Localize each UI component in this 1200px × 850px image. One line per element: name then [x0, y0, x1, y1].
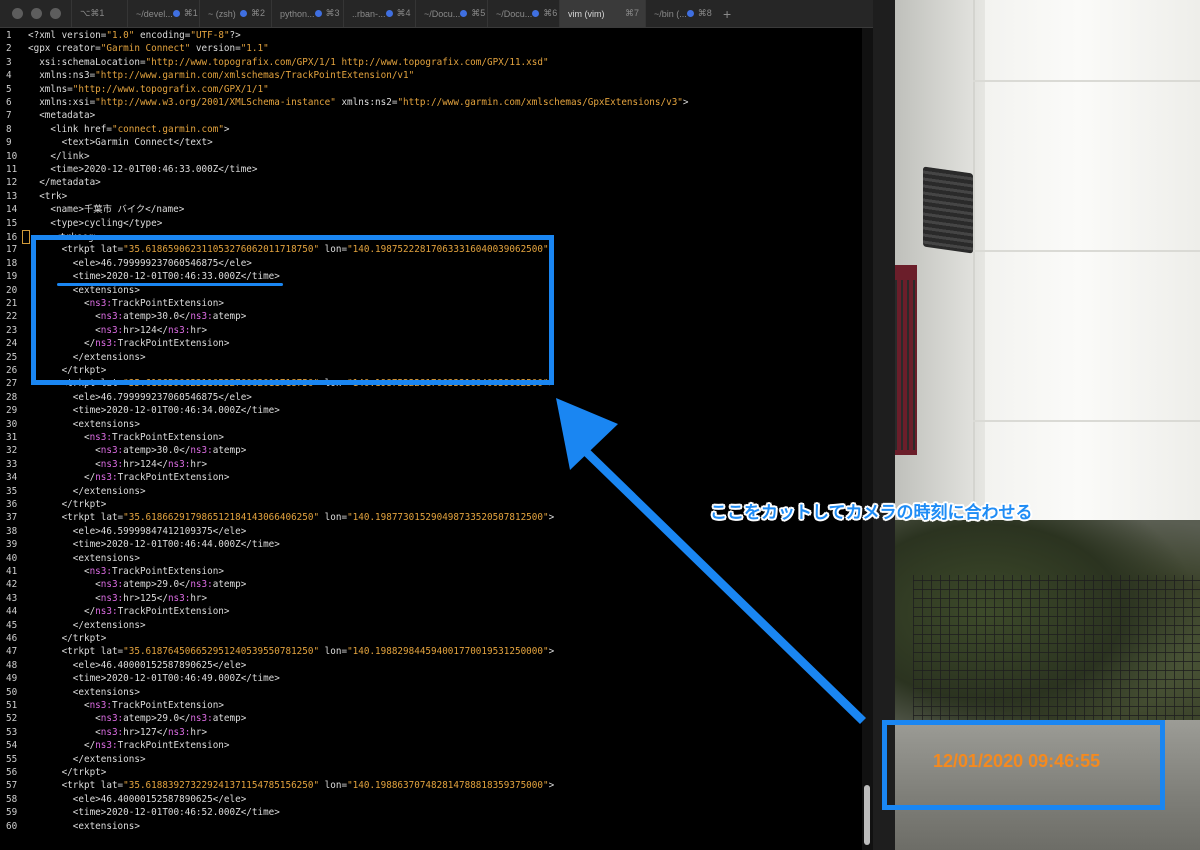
camera-timestamp: 12/01/2020 09:46:55	[933, 751, 1101, 771]
arrow-shaft	[574, 440, 866, 724]
arrow-head	[556, 398, 618, 470]
time-underline	[57, 283, 283, 286]
annotation-text: ここをカットしてカメラの時刻に合わせる	[710, 503, 1033, 522]
code-highlight-box	[31, 235, 554, 385]
